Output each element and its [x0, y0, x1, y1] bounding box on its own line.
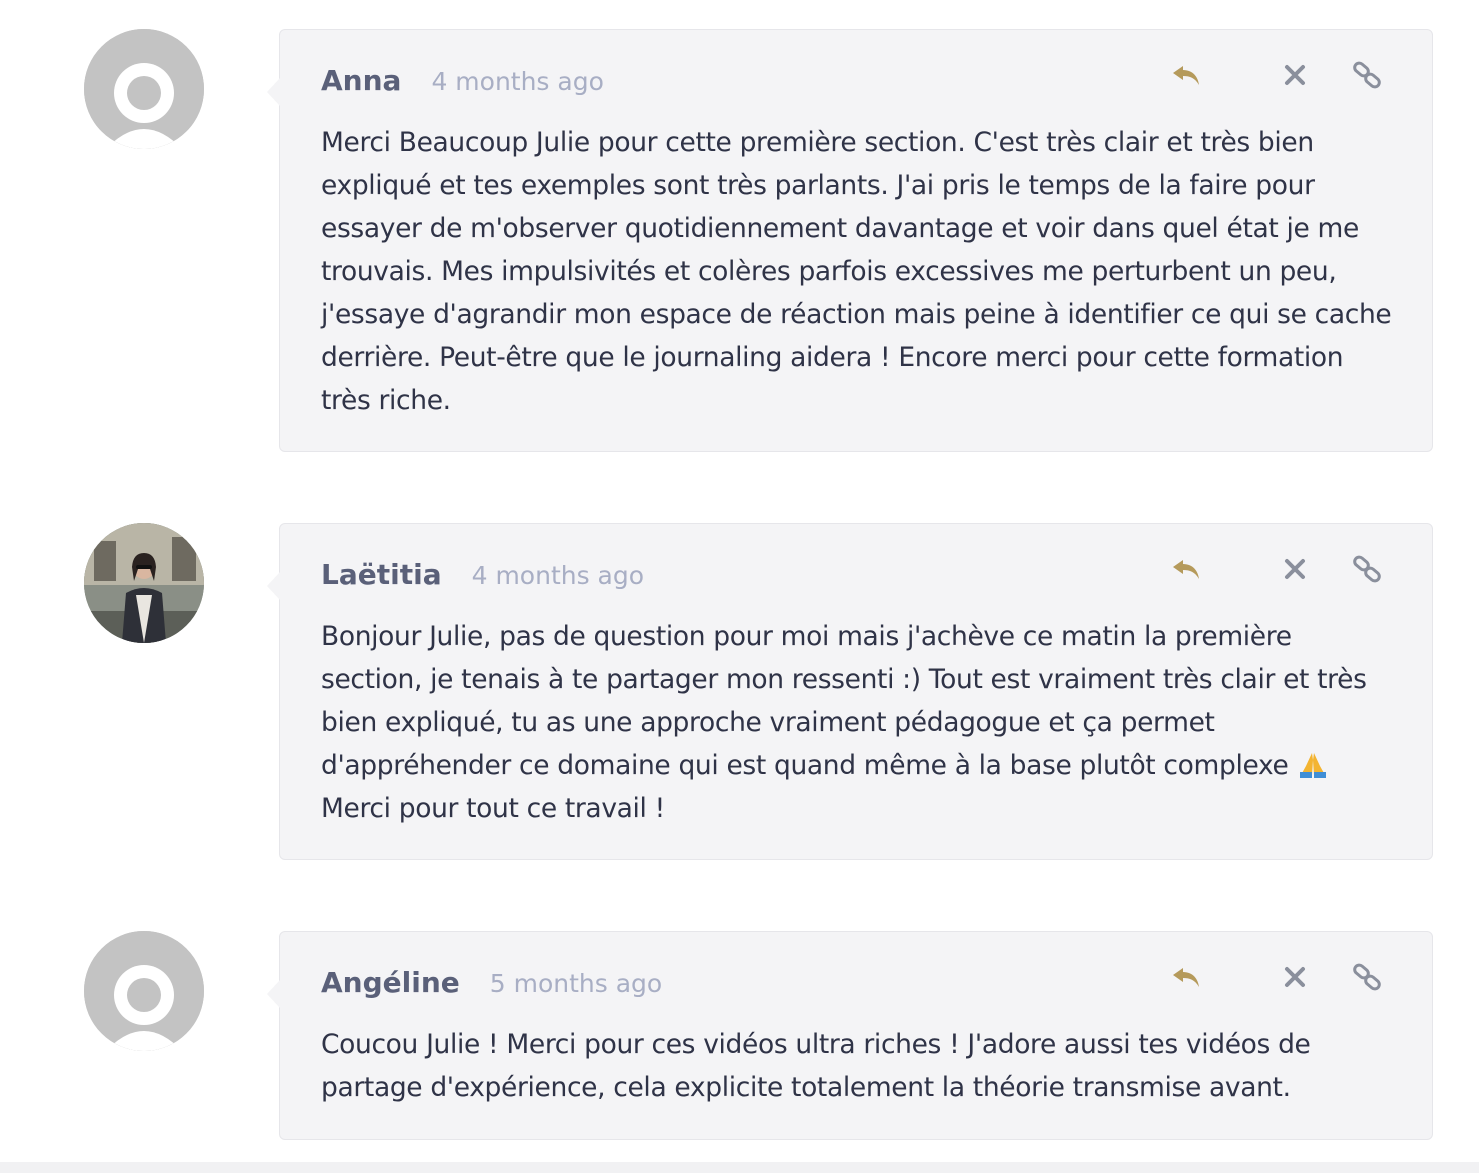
avatar — [84, 523, 204, 643]
comment-bubble: Angéline 5 months ago Coucou Julie ! Mer… — [267, 931, 1433, 1140]
close-icon[interactable] — [1278, 552, 1312, 586]
comment-body: Merci Beaucoup Julie pour cette première… — [321, 127, 1392, 416]
link-icon[interactable] — [1350, 58, 1384, 92]
comment-body-part: Merci pour tout ce travail ! — [321, 793, 665, 824]
comment-body-part: Bonjour Julie, pas de question pour moi … — [321, 621, 1367, 781]
comment-author[interactable]: Angéline — [321, 966, 460, 999]
close-icon[interactable] — [1278, 960, 1312, 994]
close-icon[interactable] — [1278, 58, 1312, 92]
reply-icon[interactable] — [1170, 58, 1204, 92]
comment-body: Bonjour Julie, pas de question pour moi … — [321, 615, 1396, 830]
comment-bubble: Laëtitia 4 months ago Bonjour Julie, pas… — [267, 523, 1433, 860]
comment-actions — [1170, 960, 1390, 994]
comment-actions — [1170, 58, 1390, 92]
avatar — [84, 931, 204, 1051]
default-avatar-icon — [84, 29, 204, 149]
default-avatar-icon — [84, 931, 204, 1051]
comment-author[interactable]: Laëtitia — [321, 558, 442, 591]
comment-bubble: Anna 4 months ago Merci Beaucoup Julie p… — [267, 29, 1433, 452]
page-bottom-edge — [0, 1162, 1479, 1173]
comment-header: Angéline 5 months ago — [321, 966, 662, 999]
folded-hands-emoji-icon — [1297, 748, 1329, 778]
comment-header: Laëtitia 4 months ago — [321, 558, 644, 591]
link-icon[interactable] — [1350, 960, 1384, 994]
reply-icon[interactable] — [1170, 960, 1204, 994]
avatar — [84, 29, 204, 149]
photo-avatar-icon — [84, 523, 204, 643]
comment-timestamp[interactable]: 5 months ago — [490, 969, 662, 998]
comment-header: Anna 4 months ago — [321, 64, 604, 97]
comment-body: Coucou Julie ! Merci pour ces vidéos ult… — [321, 1029, 1311, 1103]
reply-icon[interactable] — [1170, 552, 1204, 586]
comment-actions — [1170, 552, 1390, 586]
comment-timestamp[interactable]: 4 months ago — [431, 67, 603, 96]
bubble-pointer — [267, 572, 280, 600]
bubble-pointer — [267, 980, 280, 1008]
bubble-pointer — [267, 78, 280, 106]
comment-author[interactable]: Anna — [321, 64, 401, 97]
comment-timestamp[interactable]: 4 months ago — [472, 561, 644, 590]
link-icon[interactable] — [1350, 552, 1384, 586]
